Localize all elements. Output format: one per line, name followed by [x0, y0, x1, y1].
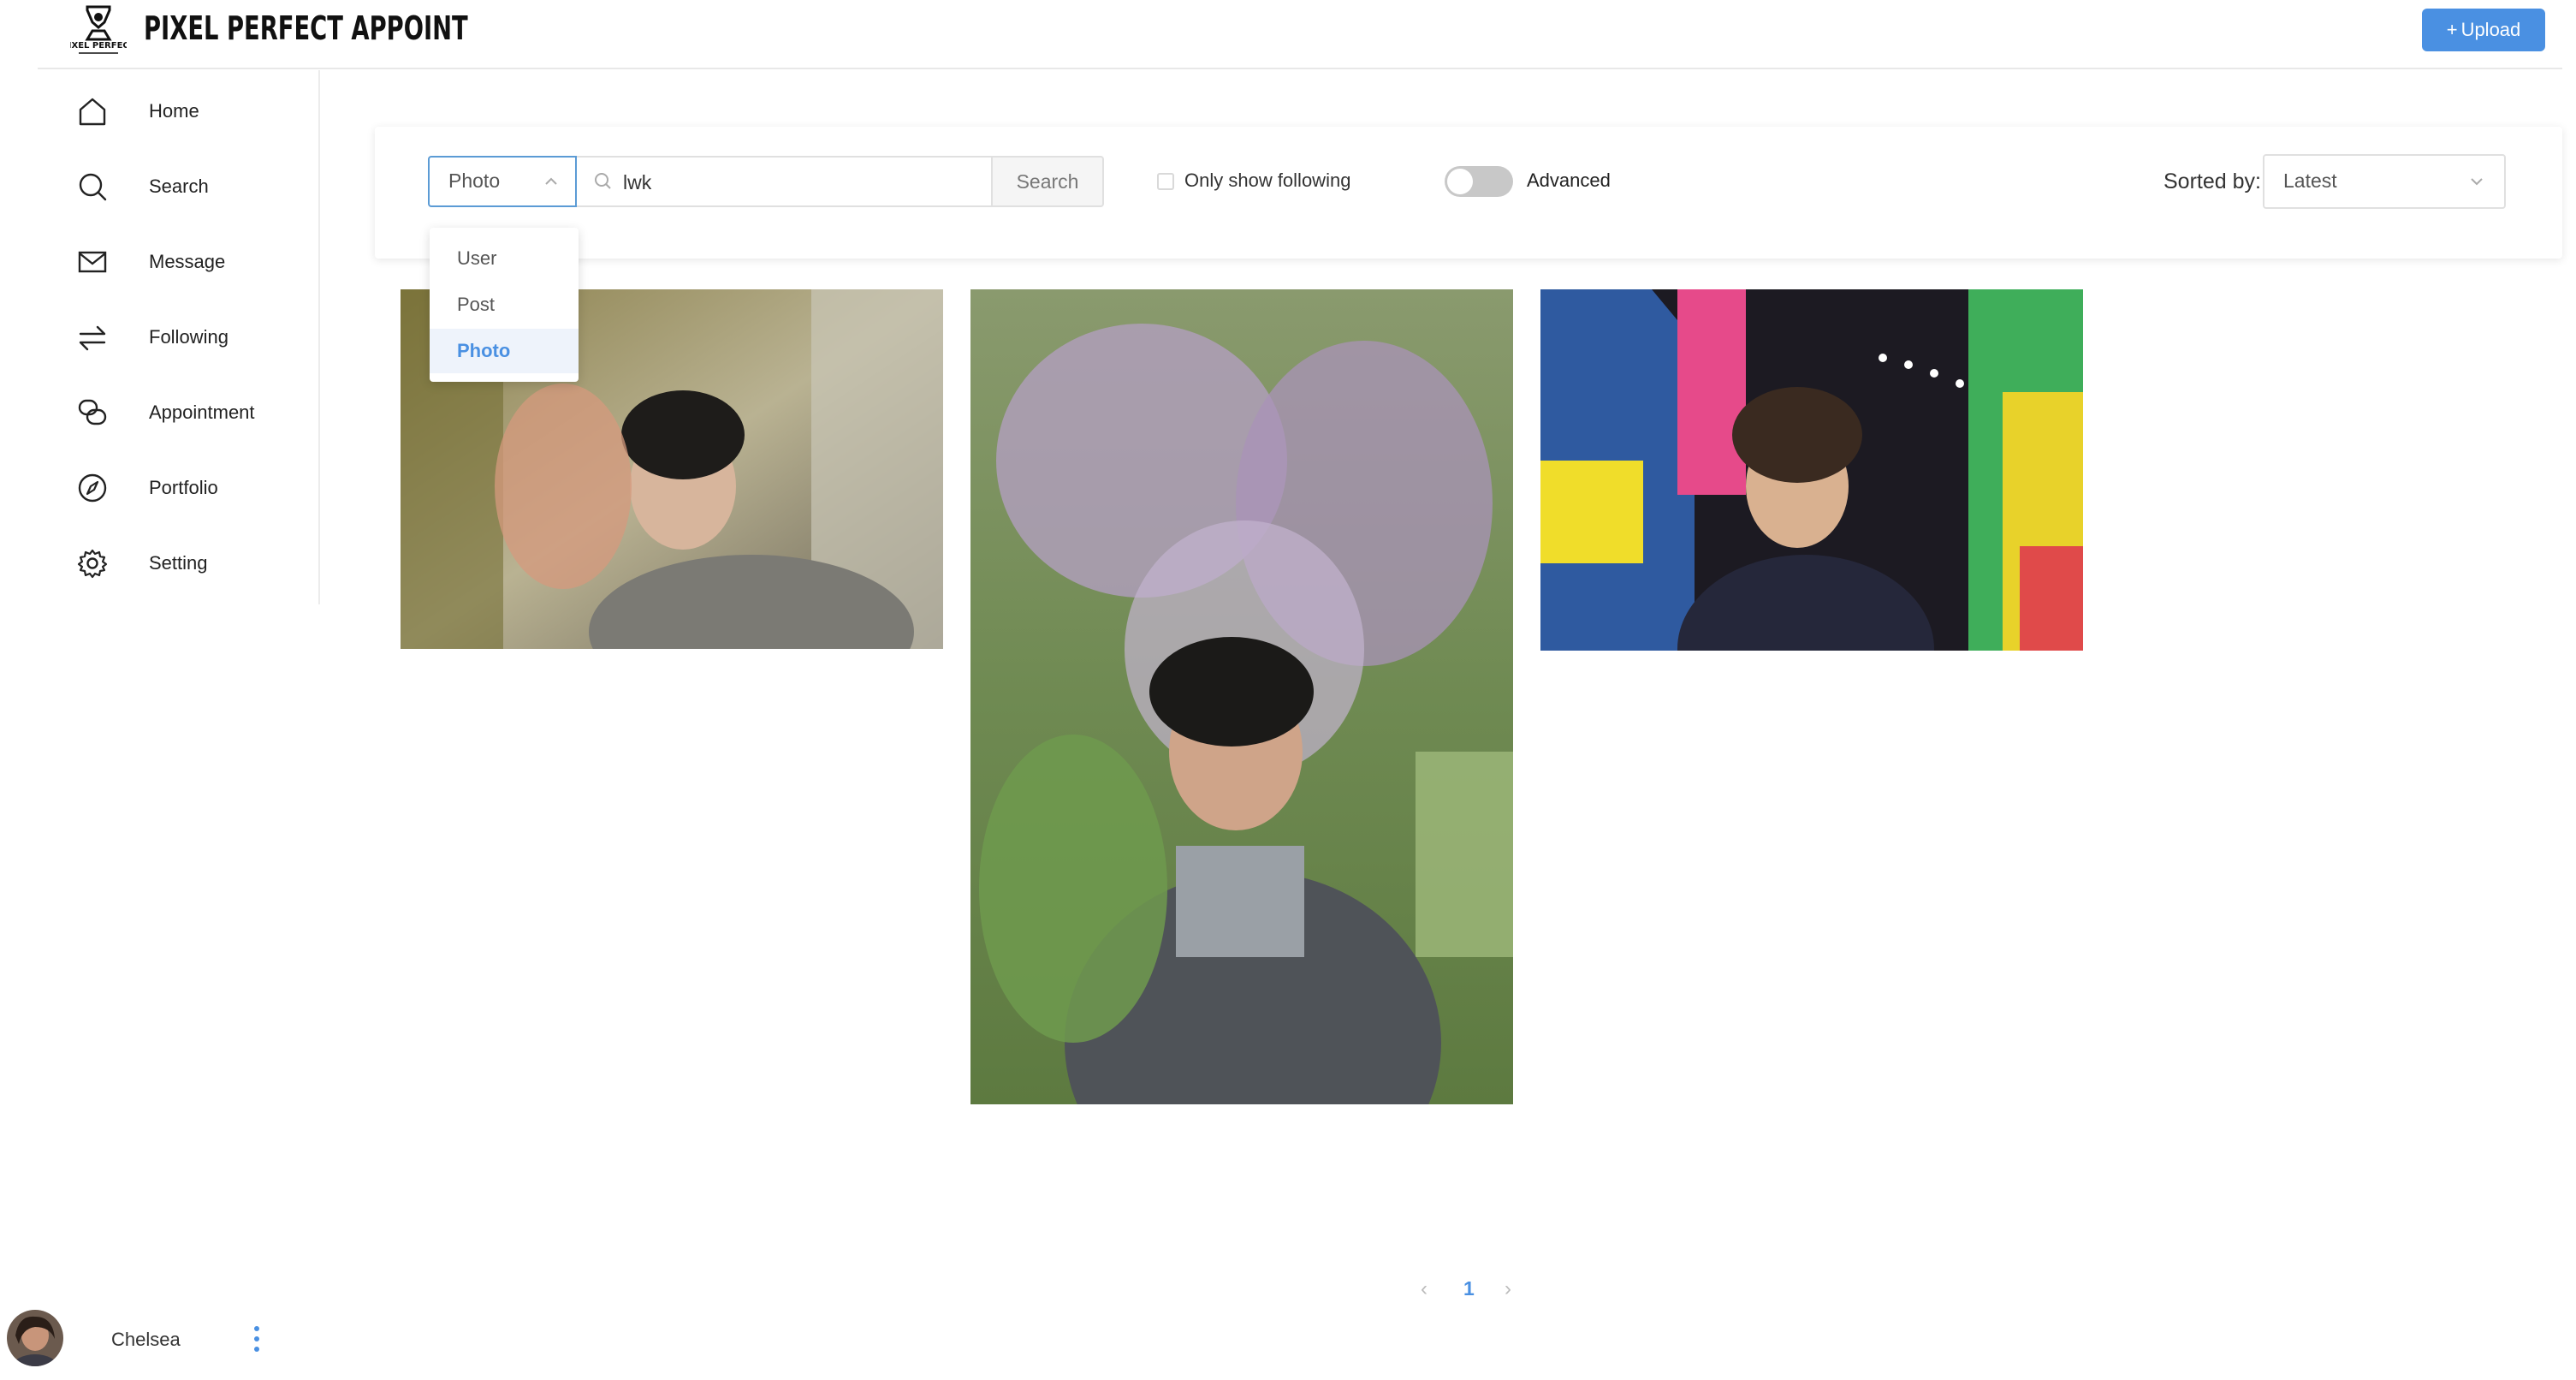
user-name: Chelsea — [111, 1329, 181, 1350]
sidebar-item-appointment[interactable]: Appointment — [74, 387, 255, 438]
advanced-toggle[interactable] — [1445, 166, 1513, 197]
chat-bubbles-icon — [74, 394, 111, 431]
dropdown-option-post[interactable]: Post — [430, 283, 579, 327]
sidebar-item-label: Following — [149, 326, 229, 348]
sidebar-item-label: Appointment — [149, 402, 255, 423]
mail-icon — [74, 243, 111, 281]
search-panel: Photo Search Only show following Advance… — [375, 127, 2562, 259]
sidebar-item-label: Message — [149, 251, 226, 272]
dropdown-option-label: Photo — [457, 340, 511, 361]
app-header: PIXEL PERFECT PIXEL PERFECT APPOINT + Up… — [0, 0, 2576, 68]
sort-select-value: Latest — [2283, 170, 2337, 192]
sidebar-item-label: Setting — [149, 552, 208, 574]
search-type-dropdown: User Post Photo — [430, 228, 579, 382]
only-following-checkbox[interactable] — [1157, 173, 1174, 190]
search-input[interactable] — [623, 166, 965, 199]
sidebar-item-message[interactable]: Message — [74, 236, 225, 288]
home-icon — [74, 92, 111, 130]
dropdown-option-photo[interactable]: Photo — [430, 329, 579, 373]
sidebar-item-portfolio[interactable]: Portfolio — [74, 462, 218, 514]
sorted-by-label: Sorted by: — [2163, 170, 2261, 193]
plus-icon: + — [2446, 19, 2458, 40]
search-button[interactable]: Search — [993, 156, 1104, 207]
sidebar-item-label: Search — [149, 175, 209, 197]
sort-select[interactable]: Latest — [2263, 154, 2506, 209]
search-type-value: Photo — [448, 170, 501, 192]
photo-card[interactable] — [970, 289, 1513, 1104]
pagination: ‹ 1 › — [1404, 1272, 1523, 1306]
sidebar-item-following[interactable]: Following — [74, 312, 229, 363]
search-icon — [74, 168, 111, 205]
chevron-left-icon[interactable]: ‹ — [1421, 1277, 1427, 1301]
sidebar-item-label: Portfolio — [149, 477, 218, 498]
sidebar-item-home[interactable]: Home — [74, 86, 199, 137]
sidebar-item-search[interactable]: Search — [74, 161, 209, 212]
photo-person-flowers — [970, 289, 1513, 1104]
toggle-knob — [1447, 169, 1473, 194]
logo-text: PIXEL PERFECT — [70, 41, 127, 51]
upload-button[interactable]: + Upload — [2422, 9, 2545, 51]
dropdown-option-user[interactable]: User — [430, 236, 579, 281]
sidebar-item-setting[interactable]: Setting — [74, 538, 208, 589]
only-following-label[interactable]: Only show following — [1184, 170, 1350, 192]
compass-icon — [74, 469, 111, 507]
chevron-right-icon[interactable]: › — [1505, 1277, 1511, 1301]
sidebar: Home Search Message Following Appointmen… — [0, 70, 320, 604]
page-number-current[interactable]: 1 — [1463, 1277, 1475, 1300]
photo-card[interactable] — [1540, 289, 2083, 651]
photo-person-colorful-wall — [1540, 289, 2083, 651]
search-type-select[interactable]: Photo — [428, 156, 577, 207]
hourglass-logo-icon[interactable]: PIXEL PERFECT — [62, 3, 135, 57]
dropdown-option-label: User — [457, 247, 497, 269]
advanced-label: Advanced — [1527, 170, 1611, 191]
vertical-dots-icon[interactable] — [252, 1323, 262, 1354]
app-title: PIXEL PERFECT APPOINT — [144, 9, 468, 47]
sidebar-item-label: Home — [149, 100, 199, 122]
arrows-icon — [74, 318, 111, 356]
search-icon — [594, 172, 613, 195]
chevron-down-icon — [2468, 173, 2485, 194]
chevron-up-icon — [543, 173, 560, 194]
gear-icon — [74, 544, 111, 582]
avatar[interactable] — [7, 1310, 63, 1366]
upload-label: Upload — [2460, 19, 2521, 40]
dropdown-option-label: Post — [457, 294, 496, 315]
header-divider — [38, 68, 2562, 69]
search-input-wrapper — [577, 156, 993, 207]
